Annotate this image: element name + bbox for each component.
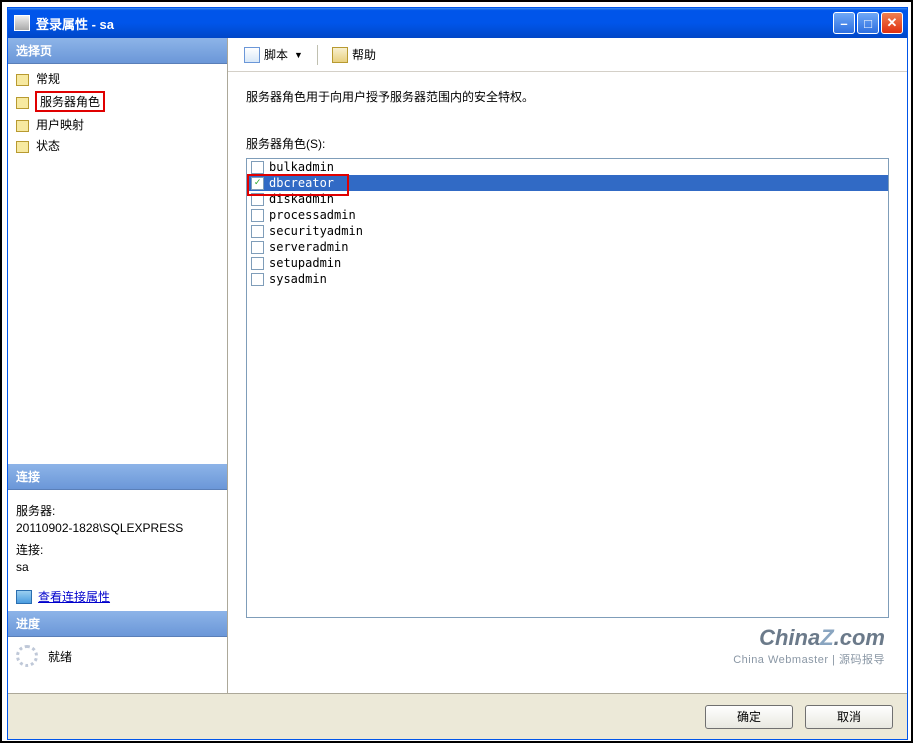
minimize-button[interactable]: – xyxy=(833,12,855,34)
role-row[interactable]: ✓ dbcreator xyxy=(247,175,888,191)
progress-header: 进度 xyxy=(8,611,227,637)
role-checkbox[interactable] xyxy=(251,273,264,286)
help-label: 帮助 xyxy=(352,46,376,63)
role-row[interactable]: sysadmin xyxy=(247,271,888,287)
watermark: ChinaZ.com China Webmaster | 源码报导 xyxy=(733,625,885,667)
role-checkbox[interactable] xyxy=(251,209,264,222)
dialog-buttons: 确定 取消 xyxy=(8,693,907,739)
sidebar-item-label: 服务器角色 xyxy=(35,91,105,112)
sidebar-item-label: 常规 xyxy=(35,70,61,87)
spinner-icon xyxy=(16,645,38,667)
sidebar-item-label: 用户映射 xyxy=(35,116,85,133)
page-icon xyxy=(14,72,30,86)
role-row[interactable]: serveradmin xyxy=(247,239,888,255)
progress-section: 就绪 xyxy=(8,637,227,675)
roles-label: 服务器角色(S): xyxy=(246,135,889,152)
connection-section: 服务器: 20110902-1828\SQLEXPRESS 连接: sa 查看连… xyxy=(8,490,227,611)
role-name: diskadmin xyxy=(269,192,334,206)
maximize-button[interactable]: □ xyxy=(857,12,879,34)
description-text: 服务器角色用于向用户授予服务器范围内的安全特权。 xyxy=(246,88,889,105)
role-name: processadmin xyxy=(269,208,356,222)
ready-label: 就绪 xyxy=(48,648,72,665)
nav-list: 常规服务器角色用户映射状态 xyxy=(8,64,227,160)
close-button[interactable]: ✕ xyxy=(881,12,903,34)
help-button[interactable]: 帮助 xyxy=(326,43,382,66)
role-row[interactable]: diskadmin xyxy=(247,191,888,207)
watermark-brand-c: .com xyxy=(834,625,885,650)
server-value: 20110902-1828\SQLEXPRESS xyxy=(16,521,219,535)
role-checkbox[interactable] xyxy=(251,257,264,270)
role-row[interactable]: securityadmin xyxy=(247,223,888,239)
main-panel: 脚本 ▼ 帮助 服务器角色用于向用户授予服务器范围内的安全特权。 服务器角色(S… xyxy=(228,38,907,693)
role-checkbox[interactable] xyxy=(251,225,264,238)
cancel-button[interactable]: 取消 xyxy=(805,705,893,729)
connection-header: 连接 xyxy=(8,464,227,490)
ok-button[interactable]: 确定 xyxy=(705,705,793,729)
sidebar-item-3[interactable]: 状态 xyxy=(10,135,225,156)
role-name: serveradmin xyxy=(269,240,348,254)
watermark-brand-a: China xyxy=(759,625,820,650)
watermark-tagline: China Webmaster | 源码报导 xyxy=(733,651,885,667)
toolbar: 脚本 ▼ 帮助 xyxy=(228,38,907,72)
role-name: bulkadmin xyxy=(269,160,334,174)
titlebar[interactable]: 登录属性 - sa – □ ✕ xyxy=(8,8,907,38)
role-row[interactable]: setupadmin xyxy=(247,255,888,271)
server-roles-list[interactable]: bulkadmin ✓ dbcreator diskadmin processadmin… xyxy=(246,158,889,618)
role-row[interactable]: bulkadmin xyxy=(247,159,888,175)
toolbar-separator xyxy=(317,45,318,65)
watermark-brand-b: Z xyxy=(820,625,833,650)
app-icon xyxy=(14,15,30,31)
sidebar: 选择页 常规服务器角色用户映射状态 连接 服务器: 20110902-1828\… xyxy=(8,38,228,693)
role-name: setupadmin xyxy=(269,256,341,270)
role-row[interactable]: processadmin xyxy=(247,207,888,223)
role-checkbox[interactable] xyxy=(251,241,264,254)
help-icon xyxy=(332,47,348,63)
page-icon xyxy=(14,118,30,132)
page-icon xyxy=(14,95,30,109)
sidebar-item-label: 状态 xyxy=(35,137,61,154)
connection-value: sa xyxy=(16,560,219,574)
page-icon xyxy=(14,139,30,153)
role-name: sysadmin xyxy=(269,272,327,286)
script-icon xyxy=(244,47,260,63)
window-buttons: – □ ✕ xyxy=(833,12,903,34)
role-checkbox[interactable] xyxy=(251,193,264,206)
sidebar-item-0[interactable]: 常规 xyxy=(10,68,225,89)
sidebar-item-2[interactable]: 用户映射 xyxy=(10,114,225,135)
window-title: 登录属性 - sa xyxy=(36,14,833,33)
select-page-header: 选择页 xyxy=(8,38,227,64)
role-checkbox[interactable]: ✓ xyxy=(251,177,264,190)
connection-label: 连接: xyxy=(16,541,219,558)
view-connection-properties-link[interactable]: 查看连接属性 xyxy=(38,588,110,605)
chevron-down-icon: ▼ xyxy=(294,50,303,60)
role-checkbox[interactable] xyxy=(251,161,264,174)
server-label: 服务器: xyxy=(16,502,219,519)
dialog-window: 登录属性 - sa – □ ✕ 选择页 常规服务器角色用户映射状态 连接 服务器… xyxy=(7,7,908,740)
script-label: 脚本 xyxy=(264,46,288,63)
script-button[interactable]: 脚本 ▼ xyxy=(238,43,309,66)
sidebar-item-1[interactable]: 服务器角色 xyxy=(10,89,225,114)
role-name: securityadmin xyxy=(269,224,363,238)
role-name: dbcreator xyxy=(269,176,334,190)
properties-icon xyxy=(16,590,32,604)
